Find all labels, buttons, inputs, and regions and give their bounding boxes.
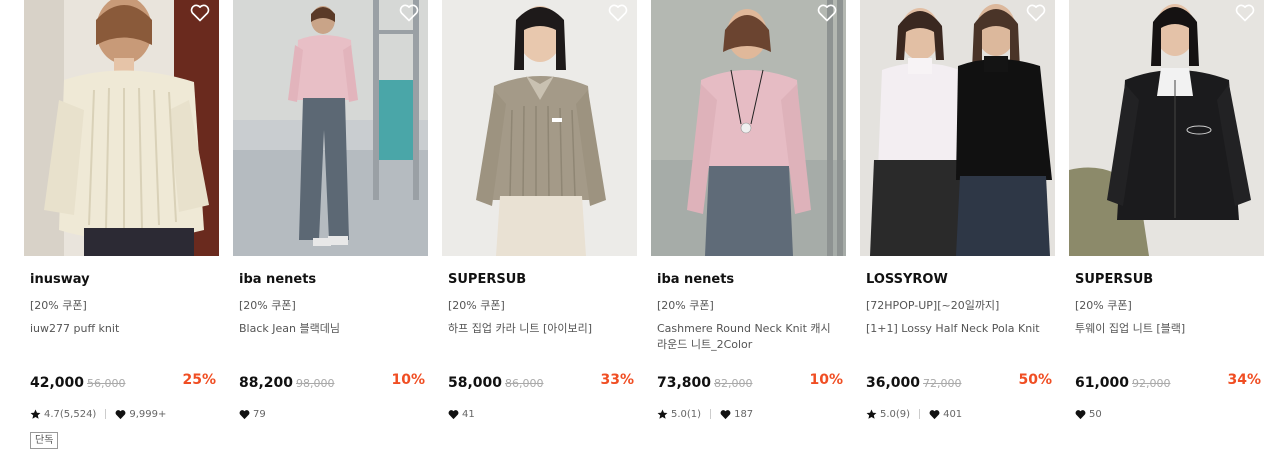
product-image[interactable] <box>1069 0 1264 256</box>
likes-count: 41 <box>462 408 475 420</box>
price-row: 42,000 56,000 25% <box>30 372 216 392</box>
likes-count: 79 <box>253 408 266 420</box>
product-image[interactable] <box>233 0 428 256</box>
product-name[interactable]: [1+1] Lossy Half Neck Pola Knit <box>866 321 1052 337</box>
product-grid: inusway [20% 쿠폰] iuw277 puff knit 42,000… <box>0 0 1270 471</box>
product-image[interactable] <box>442 0 637 256</box>
sale-price: 61,000 <box>1075 375 1130 391</box>
sale-price: 73,800 <box>657 375 712 391</box>
price-row: 36,000 72,000 50% <box>866 372 1052 392</box>
discount-rate: 10% <box>391 372 425 388</box>
product-card[interactable]: iba nenets [20% 쿠폰] Black Jean 블랙데님 88,2… <box>233 0 428 471</box>
original-price: 82,000 <box>714 377 753 390</box>
brand-name[interactable]: SUPERSUB <box>1075 272 1153 287</box>
discount-rate: 33% <box>600 372 634 388</box>
product-photo <box>233 0 428 256</box>
sale-price: 42,000 <box>30 375 85 391</box>
sale-price: 58,000 <box>448 375 503 391</box>
coupon-label: [20% 쿠폰] <box>448 299 505 312</box>
original-price: 92,000 <box>1132 377 1171 390</box>
coupon-label: [20% 쿠폰] <box>657 299 714 312</box>
discount-rate: 10% <box>809 372 843 388</box>
rating-text: 5.0(9) <box>880 408 911 420</box>
product-photo <box>651 0 846 256</box>
product-name[interactable]: iuw277 puff knit <box>30 321 216 337</box>
heart-icon <box>239 409 250 420</box>
star-icon <box>657 409 668 420</box>
wishlist-heart-icon[interactable] <box>1235 4 1255 22</box>
wishlist-heart-icon[interactable] <box>608 4 628 22</box>
brand-name[interactable]: iba nenets <box>657 272 734 287</box>
price-row: 61,000 92,000 34% <box>1075 372 1261 392</box>
product-card[interactable]: iba nenets [20% 쿠폰] Cashmere Round Neck … <box>651 0 846 471</box>
wishlist-heart-icon[interactable] <box>190 4 210 22</box>
likes-count: 50 <box>1089 408 1102 420</box>
likes-count: 187 <box>734 408 754 420</box>
product-image[interactable] <box>651 0 846 256</box>
wishlist-heart-icon[interactable] <box>399 4 419 22</box>
product-name[interactable]: Cashmere Round Neck Knit 캐시 라운드 니트_2Colo… <box>657 321 843 353</box>
product-photo <box>24 0 219 256</box>
product-card[interactable]: LOSSYROW [72HPOP-UP][~20일까지] [1+1] Lossy… <box>860 0 1055 471</box>
product-photo <box>1069 0 1264 256</box>
price-row: 88,200 98,000 10% <box>239 372 425 392</box>
product-meta: 50 <box>1075 406 1102 422</box>
original-price: 98,000 <box>296 377 335 390</box>
brand-name[interactable]: SUPERSUB <box>448 272 526 287</box>
product-image[interactable] <box>860 0 1055 256</box>
brand-name[interactable]: inusway <box>30 272 90 287</box>
price-row: 58,000 86,000 33% <box>448 372 634 392</box>
product-meta: 41 <box>448 406 475 422</box>
sale-price: 88,200 <box>239 375 294 391</box>
product-name[interactable]: Black Jean 블랙데님 <box>239 321 425 337</box>
product-card[interactable]: inusway [20% 쿠폰] iuw277 puff knit 42,000… <box>24 0 219 471</box>
meta-divider <box>710 409 712 419</box>
wishlist-heart-icon[interactable] <box>817 4 837 22</box>
heart-icon <box>929 409 940 420</box>
heart-icon <box>720 409 731 420</box>
product-card[interactable]: SUPERSUB [20% 쿠폰] 하프 집업 카라 니트 [아이보리] 58,… <box>442 0 637 471</box>
product-meta: 5.0(9) 401 <box>866 406 962 422</box>
product-photo <box>442 0 637 256</box>
coupon-label: [20% 쿠폰] <box>1075 299 1132 312</box>
price-row: 73,800 82,000 10% <box>657 372 843 392</box>
product-name[interactable]: 투웨이 집업 니트 [블랙] <box>1075 321 1261 337</box>
product-meta: 79 <box>239 406 266 422</box>
discount-rate: 25% <box>182 372 216 388</box>
brand-name[interactable]: iba nenets <box>239 272 316 287</box>
product-image[interactable] <box>24 0 219 256</box>
discount-rate: 50% <box>1018 372 1052 388</box>
star-icon <box>30 409 41 420</box>
coupon-label: [20% 쿠폰] <box>239 299 296 312</box>
star-icon <box>866 409 877 420</box>
discount-rate: 34% <box>1227 372 1261 388</box>
original-price: 86,000 <box>505 377 544 390</box>
heart-icon <box>448 409 459 420</box>
brand-name[interactable]: LOSSYROW <box>866 272 948 287</box>
original-price: 72,000 <box>923 377 962 390</box>
product-name[interactable]: 하프 집업 카라 니트 [아이보리] <box>448 321 634 337</box>
likes-count: 401 <box>943 408 963 420</box>
likes-count: 9,999+ <box>129 408 167 420</box>
rating-text: 4.7(5,524) <box>44 408 97 420</box>
product-photo <box>860 0 1055 256</box>
product-meta: 4.7(5,524) 9,999+ <box>30 406 166 422</box>
wishlist-heart-icon[interactable] <box>1026 4 1046 22</box>
product-card[interactable]: SUPERSUB [20% 쿠폰] 투웨이 집업 니트 [블랙] 61,000 9… <box>1069 0 1264 471</box>
rating-text: 5.0(1) <box>671 408 702 420</box>
original-price: 56,000 <box>87 377 126 390</box>
exclusive-badge: 단독 <box>30 432 59 449</box>
product-meta: 5.0(1) 187 <box>657 406 753 422</box>
meta-divider <box>105 409 107 419</box>
coupon-label: [20% 쿠폰] <box>30 299 87 312</box>
sale-price: 36,000 <box>866 375 921 391</box>
coupon-label: [72HPOP-UP][~20일까지] <box>866 299 1000 312</box>
heart-icon <box>1075 409 1086 420</box>
heart-icon <box>115 409 126 420</box>
meta-divider <box>919 409 921 419</box>
